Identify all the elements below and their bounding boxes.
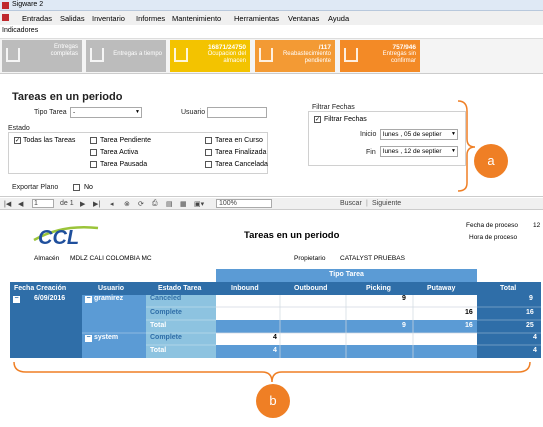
row-estado: Complete xyxy=(150,309,182,316)
row-total: 4 xyxy=(533,347,537,354)
row-inbound: 4 xyxy=(273,334,277,341)
date-value: 6/09/2016 xyxy=(34,295,66,302)
row-picking: 9 xyxy=(402,295,406,302)
row-total: 9 xyxy=(529,295,533,302)
row-estado: Canceled xyxy=(150,295,182,302)
row-putaway: 16 xyxy=(465,309,473,316)
row-total: 16 xyxy=(526,309,534,316)
row-estado: Total xyxy=(150,347,167,354)
row-picking: 9 xyxy=(402,322,406,329)
header-putaway: Putaway xyxy=(427,285,456,292)
row-total: 4 xyxy=(533,334,537,341)
row-estado: Complete xyxy=(150,334,182,341)
header-outbound: Outbound xyxy=(294,285,328,292)
collapse-user-icon[interactable]: − xyxy=(85,334,92,342)
header-estado: Estado Tarea xyxy=(158,285,202,292)
row-estado: Total xyxy=(150,322,167,329)
user-gramirez: gramirez xyxy=(94,295,124,302)
callout-b: b xyxy=(256,384,290,418)
header-usuario: Usuario xyxy=(98,285,125,292)
collapse-user-icon[interactable]: − xyxy=(85,295,92,303)
collapse-date-icon[interactable]: − xyxy=(13,295,20,303)
user-system: system xyxy=(94,334,119,341)
header-fecha: Fecha Creación xyxy=(14,285,67,292)
row-putaway: 16 xyxy=(465,322,473,329)
header-picking: Picking xyxy=(366,285,391,292)
header-total: Total xyxy=(500,285,517,292)
row-total: 25 xyxy=(526,322,534,329)
row-inbound: 4 xyxy=(273,347,277,354)
header-inbound: Inbound xyxy=(231,285,259,292)
